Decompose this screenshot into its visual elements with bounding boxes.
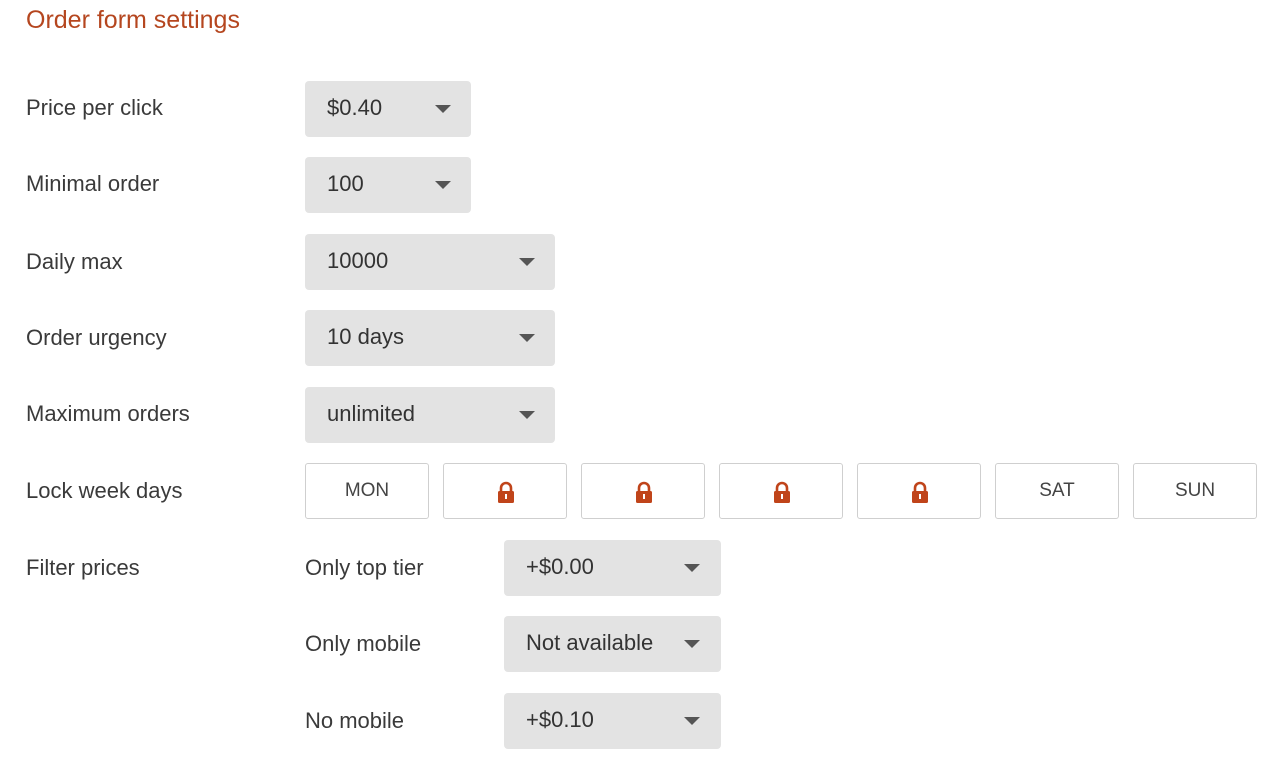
order-urgency-label: Order urgency — [26, 325, 167, 350]
lock-icon — [912, 481, 928, 503]
price-per-click-label: Price per click — [26, 95, 163, 120]
lock-icon — [636, 481, 652, 503]
minimal-order-label: Minimal order — [26, 171, 160, 196]
lock-week-days-label: Lock week days — [26, 478, 183, 503]
only-mobile-value: Not available — [526, 630, 654, 655]
maximum-orders-value: unlimited — [327, 401, 416, 426]
price-per-click-select[interactable]: $0.40 — [305, 81, 471, 137]
day-toggle-mon[interactable]: MON — [305, 463, 429, 519]
maximum-orders-select[interactable]: unlimited — [305, 387, 555, 443]
day-toggle-sat[interactable]: SAT — [995, 463, 1119, 519]
day-toggle-locked[interactable] — [581, 463, 705, 519]
lock-icon — [774, 481, 790, 503]
chevron-down-icon — [435, 181, 451, 189]
only-top-tier-label: Only top tier — [305, 555, 424, 580]
day-toggle-locked[interactable] — [719, 463, 843, 519]
only-mobile-label: Only mobile — [305, 631, 422, 656]
chevron-down-icon — [519, 334, 535, 342]
day-toggle-locked[interactable] — [443, 463, 567, 519]
no-mobile-label: No mobile — [305, 708, 405, 733]
only-top-tier-value: +$0.00 — [526, 554, 594, 579]
day-label: SAT — [1039, 480, 1075, 501]
chevron-down-icon — [684, 640, 700, 648]
day-toggle-locked[interactable] — [857, 463, 981, 519]
chevron-down-icon — [519, 411, 535, 419]
price-per-click-value: $0.40 — [327, 95, 383, 120]
chevron-down-icon — [435, 105, 451, 113]
order-urgency-value: 10 days — [327, 324, 405, 349]
minimal-order-select[interactable]: 100 — [305, 157, 471, 213]
filter-prices-label: Filter prices — [26, 555, 140, 580]
minimal-order-value: 100 — [327, 171, 364, 196]
daily-max-select[interactable]: 10000 — [305, 234, 555, 290]
only-mobile-select[interactable]: Not available — [504, 616, 721, 672]
daily-max-value: 10000 — [327, 248, 389, 273]
day-label: SUN — [1174, 480, 1216, 501]
page-title: Order form settings — [26, 6, 240, 34]
order-form-settings-page: Order form settings Price per click $0.4… — [0, 0, 1280, 769]
chevron-down-icon — [684, 564, 700, 572]
lock-icon — [498, 481, 514, 503]
day-toggle-sun[interactable]: SUN — [1133, 463, 1257, 519]
day-label: MON — [344, 480, 390, 501]
order-urgency-select[interactable]: 10 days — [305, 310, 555, 366]
no-mobile-select[interactable]: +$0.10 — [504, 693, 721, 749]
daily-max-label: Daily max — [26, 249, 123, 274]
chevron-down-icon — [684, 717, 700, 725]
chevron-down-icon — [519, 258, 535, 266]
maximum-orders-label: Maximum orders — [26, 401, 190, 426]
only-top-tier-select[interactable]: +$0.00 — [504, 540, 721, 596]
no-mobile-value: +$0.10 — [526, 707, 594, 732]
